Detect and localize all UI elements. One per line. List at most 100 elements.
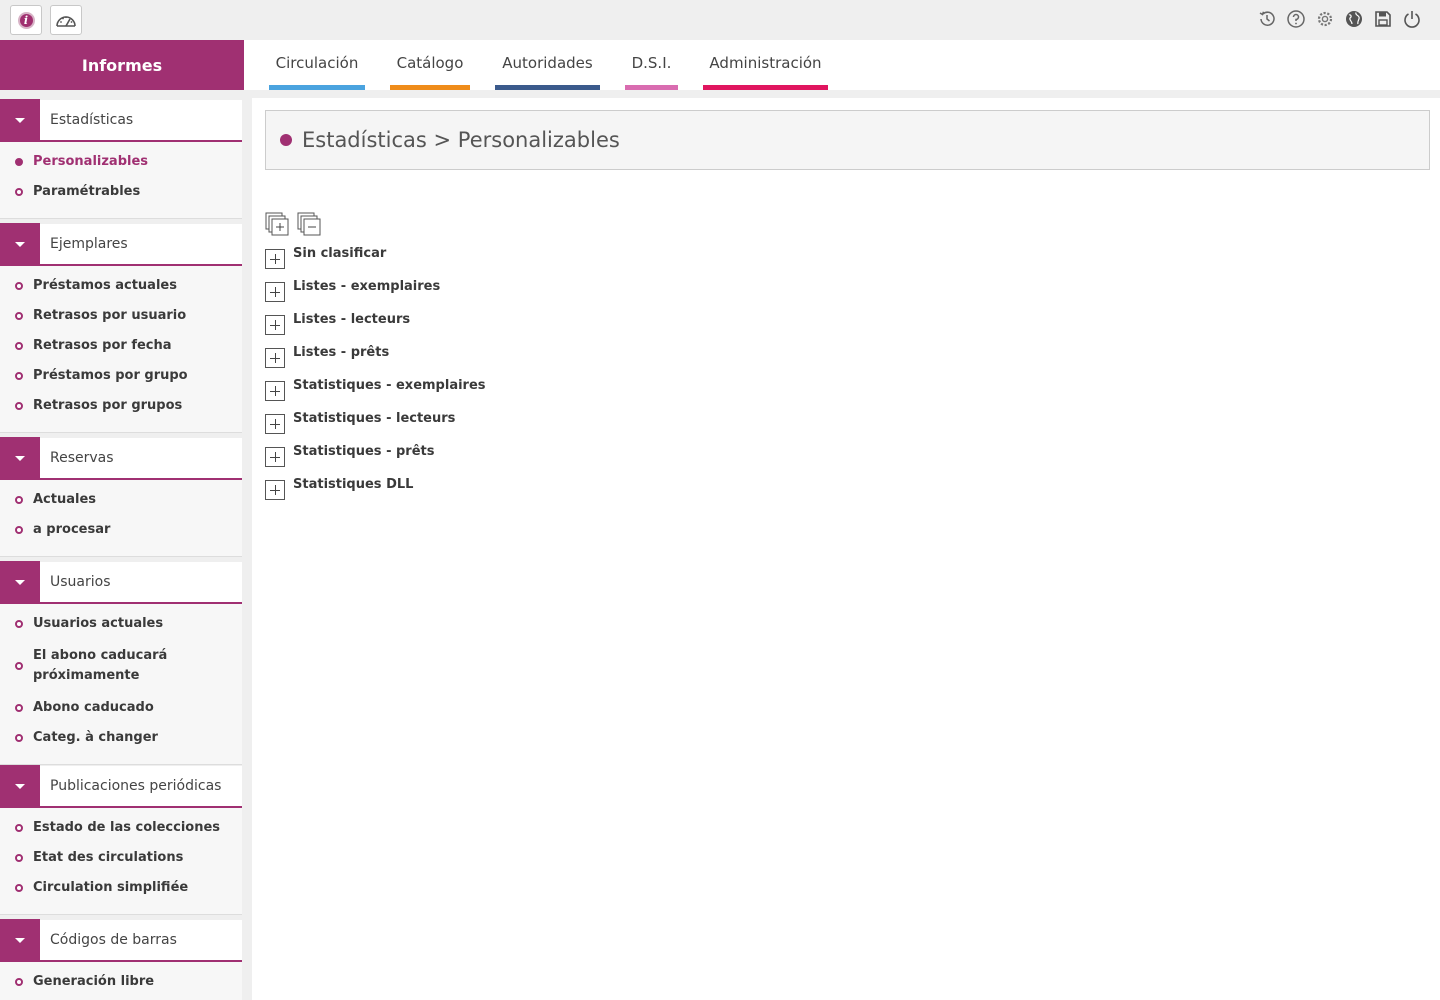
- tab-indicator: [625, 85, 678, 90]
- section-header[interactable]: Reservas: [0, 437, 242, 480]
- tree-node[interactable]: Listes - prêts: [265, 345, 486, 378]
- sidebar-item[interactable]: a procesar: [0, 522, 242, 538]
- bullet-icon: [15, 526, 23, 534]
- save-icon[interactable]: [1373, 8, 1393, 30]
- section-title: Ejemplares: [50, 236, 128, 252]
- globe-icon[interactable]: [1344, 8, 1364, 30]
- section-header[interactable]: Códigos de barras: [0, 919, 242, 962]
- history-icon[interactable]: [1257, 8, 1277, 30]
- expand-icon[interactable]: [265, 315, 285, 335]
- tree-tools: [265, 212, 321, 240]
- sidebar-item[interactable]: Usuarios actuales: [0, 616, 242, 632]
- item-label: El abono caducará próximamente: [33, 648, 168, 683]
- tree-node[interactable]: Statistiques - exemplaires: [265, 378, 486, 411]
- sidebar-item[interactable]: Abono caducado: [0, 700, 242, 716]
- node-label[interactable]: Statistiques - lecteurs: [293, 411, 455, 426]
- sidebar-item[interactable]: Generación libre: [0, 974, 242, 990]
- item-label: Generación libre: [33, 974, 155, 989]
- item-label: Categ. à changer: [33, 730, 158, 745]
- collapse-all-icon[interactable]: [297, 212, 321, 240]
- collapse-toggle[interactable]: [0, 99, 40, 141]
- node-label[interactable]: Listes - exemplaires: [293, 279, 440, 294]
- sidebar-item[interactable]: Retrasos por usuario: [0, 308, 242, 324]
- node-label[interactable]: Listes - lecteurs: [293, 312, 410, 327]
- section-header[interactable]: Estadísticas: [0, 99, 242, 142]
- caret-down-icon: [15, 117, 25, 123]
- sidebar-item-personalizables[interactable]: Personalizables: [0, 154, 242, 170]
- settings-icon[interactable]: [1315, 8, 1335, 30]
- tree-node[interactable]: Statistiques - prêts: [265, 444, 486, 477]
- caret-down-icon: [15, 937, 25, 943]
- sidebar-section-ejemplares: Ejemplares Préstamos actuales Retrasos p…: [0, 223, 242, 433]
- node-label[interactable]: Statistiques DLL: [293, 477, 413, 492]
- collapse-toggle[interactable]: [0, 561, 40, 603]
- bullet-icon: [15, 372, 23, 380]
- tab-indicator: [269, 85, 365, 90]
- sidebar-item[interactable]: Retrasos por fecha: [0, 338, 242, 354]
- section-header[interactable]: Ejemplares: [0, 223, 242, 266]
- bullet-icon: [15, 496, 23, 504]
- item-label: Paramétrables: [33, 184, 141, 199]
- sidebar-item[interactable]: El abono caducará próximamente: [0, 646, 242, 686]
- node-label[interactable]: Sin clasificar: [293, 246, 386, 261]
- sidebar-item[interactable]: Circulation simplifiée: [0, 880, 242, 896]
- bullet-icon: [15, 312, 23, 320]
- bullet-icon: [15, 620, 23, 628]
- tab-dsi[interactable]: D.S.I.: [625, 40, 678, 90]
- info-button[interactable]: i: [10, 5, 42, 35]
- sidebar-item[interactable]: Actuales: [0, 492, 242, 508]
- tab-label: Catálogo: [396, 54, 464, 72]
- section-title: Reservas: [50, 450, 114, 466]
- expand-icon[interactable]: [265, 447, 285, 467]
- bullet-icon: [15, 402, 23, 410]
- section-title: Publicaciones periódicas: [50, 778, 222, 794]
- section-header[interactable]: Usuarios: [0, 561, 242, 604]
- sidebar-section-reservas: Reservas Actuales a procesar: [0, 437, 242, 557]
- node-label[interactable]: Listes - prêts: [293, 345, 389, 360]
- item-label: Abono caducado: [33, 700, 154, 715]
- expand-icon[interactable]: [265, 249, 285, 269]
- dashboard-button[interactable]: [50, 5, 82, 35]
- sidebar-item[interactable]: Estado de las colecciones: [0, 820, 242, 836]
- sidebar-item[interactable]: Préstamos actuales: [0, 278, 242, 294]
- help-icon[interactable]: [1286, 8, 1306, 30]
- tab-catalogo[interactable]: Catálogo: [390, 40, 470, 90]
- expand-icon[interactable]: [265, 381, 285, 401]
- node-label[interactable]: Statistiques - prêts: [293, 444, 434, 459]
- bullet-icon: [15, 704, 23, 712]
- power-icon[interactable]: [1402, 8, 1422, 30]
- sidebar-item-parametrables[interactable]: Paramétrables: [0, 184, 242, 200]
- tab-circulacion[interactable]: Circulación: [269, 40, 365, 90]
- expand-icon[interactable]: [265, 480, 285, 500]
- section-header[interactable]: Publicaciones periódicas: [0, 765, 242, 808]
- section-title: Códigos de barras: [50, 932, 177, 948]
- collapse-toggle[interactable]: [0, 765, 40, 807]
- collapse-toggle[interactable]: [0, 437, 40, 479]
- sidebar-section-publicaciones: Publicaciones periódicas Estado de las c…: [0, 765, 242, 915]
- sidebar-item[interactable]: Préstamos por grupo: [0, 368, 242, 384]
- tree-node[interactable]: Listes - lecteurs: [265, 312, 486, 345]
- tree-node[interactable]: Statistiques DLL: [265, 477, 486, 510]
- item-label: Etat des circulations: [33, 850, 184, 865]
- tree-node[interactable]: Statistiques - lecteurs: [265, 411, 486, 444]
- sidebar-item[interactable]: Categ. à changer: [0, 730, 242, 746]
- tab-indicator: [495, 85, 600, 90]
- sidebar-item[interactable]: Retrasos por grupos: [0, 398, 242, 414]
- bullet-icon: [15, 282, 23, 290]
- expand-icon[interactable]: [265, 282, 285, 302]
- collapse-toggle[interactable]: [0, 919, 40, 961]
- expand-all-icon[interactable]: [265, 212, 289, 240]
- bullet-icon: [15, 978, 23, 986]
- collapse-toggle[interactable]: [0, 223, 40, 265]
- expand-icon[interactable]: [265, 348, 285, 368]
- node-label[interactable]: Statistiques - exemplaires: [293, 378, 486, 393]
- tab-administracion[interactable]: Administración: [703, 40, 828, 90]
- caret-down-icon: [15, 455, 25, 461]
- sidebar-item[interactable]: Etat des circulations: [0, 850, 242, 866]
- item-label: Préstamos por grupo: [33, 368, 188, 383]
- tree-node[interactable]: Listes - exemplaires: [265, 279, 486, 312]
- expand-icon[interactable]: [265, 414, 285, 434]
- tab-autoridades[interactable]: Autoridades: [495, 40, 600, 90]
- sidebar-section-codigos: Códigos de barras Generación libre: [0, 919, 242, 1000]
- tree-node[interactable]: Sin clasificar: [265, 246, 486, 279]
